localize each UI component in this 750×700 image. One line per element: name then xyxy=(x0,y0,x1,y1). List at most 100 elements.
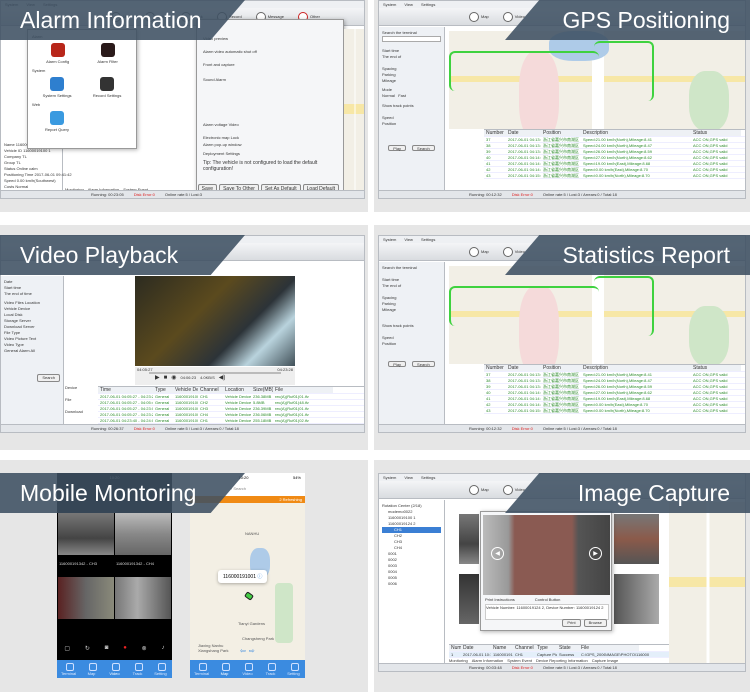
alarm-filter-button[interactable]: Alarm Filter xyxy=(97,43,118,64)
toolbar-video[interactable]: Video xyxy=(502,246,525,257)
position-slider[interactable]: Position xyxy=(382,121,441,127)
menu-system[interactable]: System xyxy=(383,1,396,8)
tab-map[interactable]: Map xyxy=(80,660,103,678)
tab-track[interactable]: Track xyxy=(259,660,282,678)
stop-icon[interactable]: ■ xyxy=(164,374,168,382)
vehicle-callout[interactable]: 116000191001 ⓘ xyxy=(218,570,268,583)
tab-terminal[interactable]: Terminal xyxy=(57,660,80,678)
toolbar-video[interactable]: Video xyxy=(502,11,525,22)
info-icon[interactable]: ⓘ xyxy=(257,574,262,580)
opt-video-shutoff[interactable]: Alarm video automatic shut off xyxy=(203,49,337,54)
mic-icon[interactable]: ♪ xyxy=(162,645,165,652)
play-button[interactable]: Play xyxy=(388,145,407,151)
toolbar-map[interactable]: Map xyxy=(469,11,489,22)
close-icon[interactable]: ⊗ xyxy=(142,645,147,652)
tree-item[interactable]: 0006 xyxy=(382,581,441,587)
vehicle-marker-icon[interactable] xyxy=(244,591,254,601)
print-button[interactable]: Print xyxy=(562,619,581,627)
tab-video[interactable]: Video xyxy=(236,660,259,678)
video-player-frame[interactable] xyxy=(135,276,295,366)
fullscreen-icon[interactable]: ▢ xyxy=(64,645,70,652)
opt-front-capture[interactable]: Front and capture xyxy=(203,62,337,67)
device-tree: Rotation Center (2/18) modemo0022 11600019… xyxy=(379,500,445,663)
table-cell: 11600019100 1 xyxy=(175,412,198,417)
toolbar-map[interactable]: Map xyxy=(469,484,489,495)
search-button[interactable]: Search xyxy=(412,361,435,367)
search-button[interactable]: Search xyxy=(37,374,60,382)
table-cell: 2017-06-01 04:14:46 xyxy=(508,167,541,172)
camera-icon[interactable]: ◙ xyxy=(105,645,109,652)
next-image-icon[interactable]: ▶ xyxy=(589,547,602,560)
end-time-field[interactable]: The end of time xyxy=(4,291,60,297)
capture-thumbnail[interactable] xyxy=(614,574,659,624)
tab-map[interactable]: Map xyxy=(213,660,236,678)
download-button[interactable]: Download xyxy=(65,409,97,421)
device-button[interactable]: Device xyxy=(65,385,97,397)
table-cell: 37 xyxy=(486,137,491,142)
panel-mobile-monitoring: 10:20 116000191342 - CH3 116000191342 - … xyxy=(0,460,368,692)
menu-settings[interactable]: Settings xyxy=(421,1,435,8)
play-icon[interactable]: ▶ xyxy=(155,374,160,382)
table-cell: Speed:19.00 km/h(East),Mileage:8.68 xyxy=(583,396,651,401)
map-view[interactable] xyxy=(449,31,745,141)
table-cell: 浙江省嘉兴市南湖区 xyxy=(543,378,579,383)
opt-video-preview[interactable]: Video preview xyxy=(203,36,337,41)
record-settings-button[interactable]: Record Settings xyxy=(93,77,121,98)
print-instructions-checkbox[interactable]: Print Instructions xyxy=(485,597,515,602)
menu-view[interactable]: View xyxy=(404,1,413,8)
opt-sound-alarm[interactable]: Sound Alarm xyxy=(203,77,337,82)
volume-icon[interactable]: ◀) xyxy=(219,374,226,382)
next-icon[interactable]: ⇨ xyxy=(249,647,255,655)
opt-popup[interactable]: Alarm pop-up window xyxy=(203,142,337,147)
table-cell: Speed:0.00 km/h(North),Mileage:8.70 xyxy=(583,173,650,178)
table-cell: 浙江省嘉兴市南湖区 xyxy=(543,155,579,160)
camera-view-ch3[interactable] xyxy=(58,577,114,619)
record-icon[interactable]: ● xyxy=(123,645,127,652)
report-query-button[interactable]: Report Query xyxy=(32,111,82,132)
tab-setting[interactable]: Setting xyxy=(282,660,305,678)
opt-map-lock[interactable]: Electronic map Lock xyxy=(203,135,337,140)
report-query-icon xyxy=(50,111,64,125)
toolbar-video[interactable]: Video xyxy=(502,484,525,495)
prev-image-icon[interactable]: ◀ xyxy=(491,547,504,560)
panel-video-playback: Date Start time The end of time Video Fi… xyxy=(0,225,368,450)
search-button[interactable]: Search xyxy=(412,145,435,151)
tab-setting[interactable]: Setting xyxy=(149,660,172,678)
table-cell: ACC ON,GPS valid xyxy=(693,173,728,178)
map-view[interactable] xyxy=(344,29,364,192)
tab-video[interactable]: Video xyxy=(103,660,126,678)
file-button[interactable]: File xyxy=(65,397,97,409)
map-view[interactable] xyxy=(669,502,745,665)
system-settings-button[interactable]: System Settings xyxy=(43,77,72,98)
camera-view-ch2[interactable] xyxy=(115,513,171,555)
tab-track[interactable]: Track xyxy=(126,660,149,678)
control-button-checkbox[interactable]: Control Button xyxy=(535,597,561,602)
capture-thumbnail[interactable] xyxy=(459,514,479,564)
table-cell: 2017-06-01 04:14:26 xyxy=(508,161,541,166)
mode-options[interactable]: Normal Fast xyxy=(382,93,441,99)
table-row[interactable]: 43 2017-06-01 04:15:06浙江省嘉兴市南湖区 Speed:0.00… xyxy=(484,408,745,414)
capture-thumbnail[interactable] xyxy=(614,514,659,564)
capture-icon[interactable]: ◉ xyxy=(171,374,176,382)
map-view[interactable] xyxy=(449,266,745,376)
show-track-points-checkbox[interactable]: Show track points xyxy=(382,103,441,109)
prev-icon[interactable]: ⇦ xyxy=(240,647,246,655)
settings-menu-dialog: Alarm Alarm Config Alarm Filter System S… xyxy=(27,29,137,149)
end-time-field[interactable]: The end of xyxy=(382,54,441,60)
video-type-options[interactable]: General Alarm All xyxy=(4,348,60,354)
browse-button[interactable]: Browse xyxy=(583,619,607,627)
opt-voltage-video[interactable]: Alarm voltage Video xyxy=(203,122,337,127)
camera-view-ch4[interactable] xyxy=(115,577,171,619)
table-row[interactable]: 43 2017-06-01 04:15:06浙江省嘉兴市南湖区 Speed:0.00… xyxy=(484,173,745,179)
rotate-icon[interactable]: ↻ xyxy=(85,645,90,652)
table-cell: ACC ON,GPS valid xyxy=(693,149,728,154)
capture-thumbnail[interactable] xyxy=(459,574,479,624)
terminal-select[interactable] xyxy=(382,36,441,42)
alarm-config-button[interactable]: Alarm Config xyxy=(46,43,69,64)
toolbar-map[interactable]: Map xyxy=(469,246,489,257)
mileage-field[interactable]: Mileage xyxy=(382,78,441,84)
play-button[interactable]: Play xyxy=(388,361,407,367)
table-cell: Speed:21.00 km/h(North),Mileage:8.41 xyxy=(583,137,652,142)
camera-view-ch1[interactable] xyxy=(58,513,114,555)
tab-terminal[interactable]: Terminal xyxy=(190,660,213,678)
